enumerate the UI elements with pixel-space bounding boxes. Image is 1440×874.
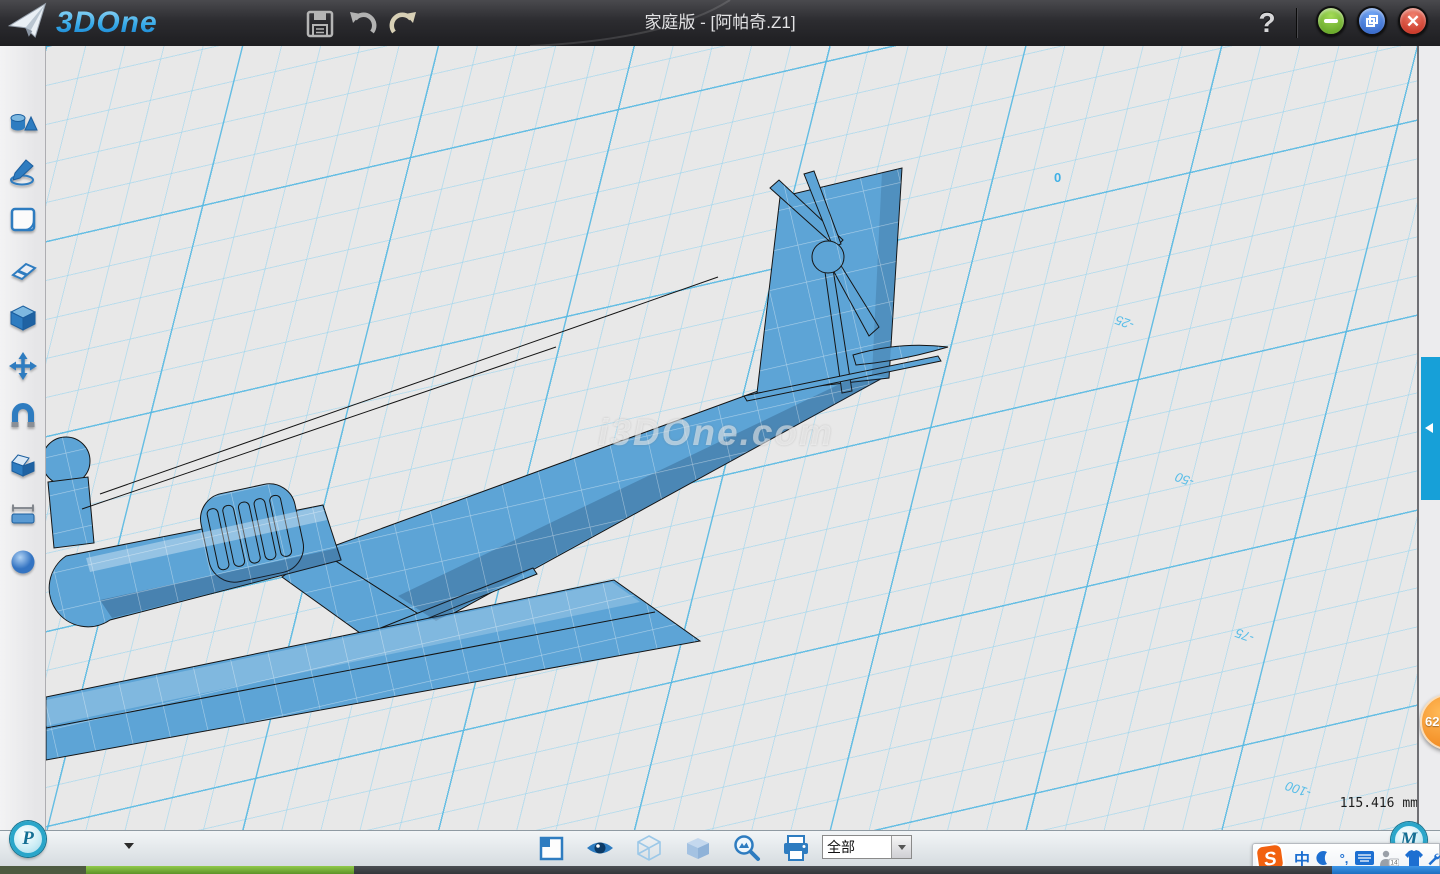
status-toolbar: P xyxy=(0,830,1440,866)
panel-collapse-tab[interactable] xyxy=(1421,357,1440,500)
title-bar: 3DOne 家庭版 - [阿帕奇.Z1] ? xyxy=(0,0,1440,47)
display-filter-select[interactable]: 全部 xyxy=(822,835,912,859)
header-divider xyxy=(1296,8,1298,38)
tool-sidebar xyxy=(0,46,46,830)
sidebar-tool-eraser-edit[interactable] xyxy=(8,255,38,285)
sidebar-tool-sketch-plane[interactable] xyxy=(8,205,38,235)
taskbar-strip xyxy=(0,866,1440,874)
save-icon xyxy=(306,10,334,38)
sidebar-tool-feature-cube[interactable] xyxy=(8,303,38,333)
cube-icon xyxy=(8,303,38,333)
restore-icon xyxy=(1366,15,1378,27)
paper-plane-icon xyxy=(6,1,53,44)
score-value: 62 xyxy=(1425,714,1439,729)
solids-icon xyxy=(8,109,38,139)
close-icon: ✕ xyxy=(1406,13,1420,30)
display-filter-value: 全部 xyxy=(823,836,891,858)
undo-button[interactable] xyxy=(345,7,379,41)
open-box-icon xyxy=(8,449,38,479)
sidebar-tool-combine-box[interactable] xyxy=(8,449,38,479)
view-plane-icon xyxy=(536,833,566,863)
shaded-cube-icon xyxy=(683,833,713,863)
sidebar-tool-basic-solids[interactable] xyxy=(8,109,38,139)
app-window: 3DOne 家庭版 - [阿帕奇.Z1] ? xyxy=(0,0,1440,874)
chevron-down-icon xyxy=(898,845,906,850)
minimize-button[interactable] xyxy=(1316,6,1346,36)
pencil-icon xyxy=(8,157,38,187)
p-badge-label: P xyxy=(22,828,34,850)
sidebar-tool-move[interactable] xyxy=(8,351,38,381)
chevron-left-icon xyxy=(1425,423,1433,433)
dropdown-arrow-icon[interactable] xyxy=(124,843,134,849)
close-button[interactable]: ✕ xyxy=(1398,6,1428,36)
view-plane-button[interactable] xyxy=(536,833,566,863)
document-title: 家庭版 - [阿帕奇.Z1] xyxy=(644,0,795,46)
wireframe-cube-icon xyxy=(634,833,664,863)
helicopter-model[interactable] xyxy=(46,46,1417,830)
minimize-icon xyxy=(1324,19,1338,23)
eye-icon xyxy=(585,833,615,863)
taskbar-segment xyxy=(0,866,86,874)
sphere-icon xyxy=(8,547,38,577)
combo-dropdown-button[interactable] xyxy=(891,836,911,858)
sidebar-tool-material-sphere[interactable] xyxy=(8,547,38,577)
print-button[interactable] xyxy=(781,833,811,863)
model-viewport[interactable] xyxy=(46,46,1417,830)
help-button[interactable]: ? xyxy=(1252,4,1282,42)
magnifier-icon xyxy=(732,833,762,863)
save-button[interactable] xyxy=(303,7,337,41)
printer-icon xyxy=(781,833,811,863)
eraser-icon xyxy=(8,255,38,285)
logo-text: 3DOne xyxy=(56,6,158,40)
sketch-plane-icon xyxy=(8,205,38,235)
undo-icon xyxy=(347,10,377,38)
redo-icon xyxy=(389,10,419,38)
visibility-button[interactable] xyxy=(585,833,615,863)
properties-badge-button[interactable]: P xyxy=(10,821,46,857)
measure-icon xyxy=(8,498,38,528)
redo-button[interactable] xyxy=(387,7,421,41)
taskbar-segment-green[interactable] xyxy=(86,866,354,874)
zoom-view-button[interactable] xyxy=(732,833,762,863)
community-score-badge[interactable]: 62 xyxy=(1420,694,1440,750)
shaded-mode-button[interactable] xyxy=(683,833,713,863)
app-logo: 3DOne xyxy=(8,4,158,42)
taskbar-segment-blue[interactable] xyxy=(1332,866,1440,874)
wireframe-mode-button[interactable] xyxy=(634,833,664,863)
sidebar-tool-magnet-assembly[interactable] xyxy=(8,401,38,431)
magnet-icon xyxy=(8,401,38,431)
move-arrows-icon xyxy=(8,351,38,381)
sidebar-tool-measure[interactable] xyxy=(8,498,38,528)
sidebar-tool-sketch-draw[interactable] xyxy=(8,157,38,187)
restore-button[interactable] xyxy=(1357,6,1387,36)
right-panel-strip: 62 xyxy=(1417,46,1440,830)
